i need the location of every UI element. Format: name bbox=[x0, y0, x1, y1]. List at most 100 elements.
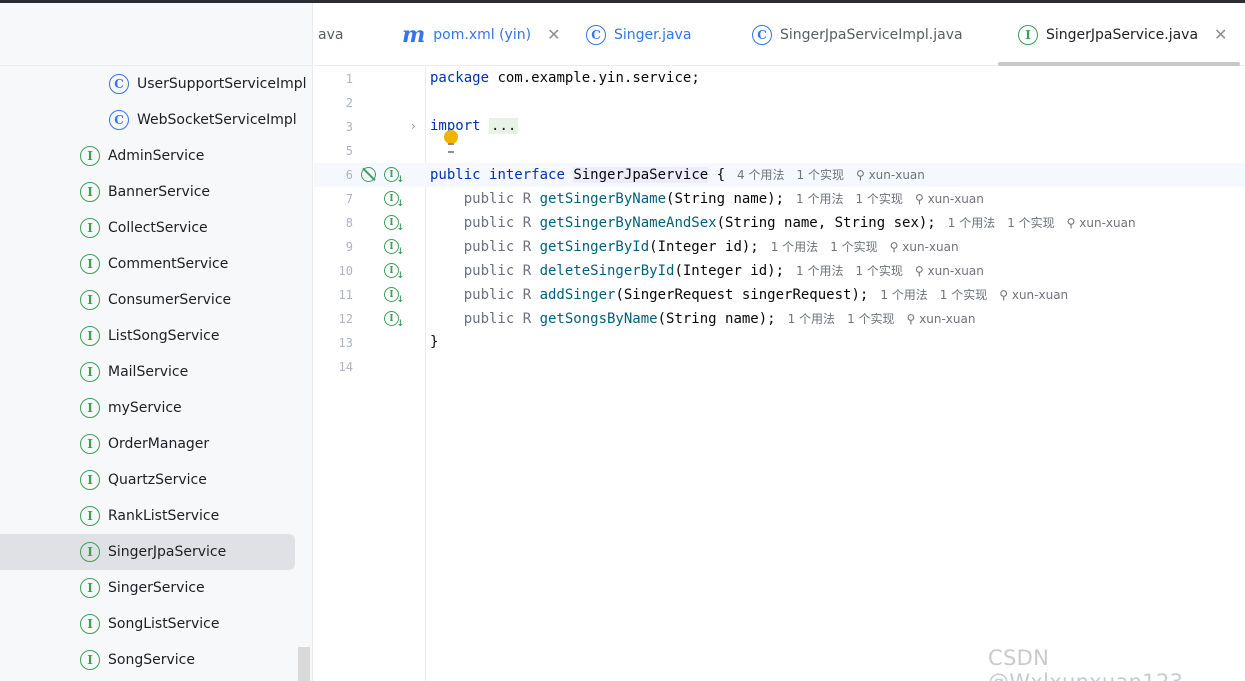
tab-label: Singer.java bbox=[614, 26, 692, 43]
line-number: 5 bbox=[345, 144, 353, 158]
maven-icon: m bbox=[402, 21, 426, 48]
tree-item-consumerservice[interactable]: I ConsumerService bbox=[0, 282, 295, 318]
tab-label: pom.xml (yin) bbox=[433, 26, 532, 43]
tree-item-commentservice[interactable]: I CommentService bbox=[0, 246, 295, 282]
author-hint[interactable]: xun-xuan bbox=[1012, 288, 1068, 302]
tree-item-singerjpaservice[interactable]: I SingerJpaService bbox=[0, 534, 295, 570]
tab-singer-java[interactable]: C Singer.java bbox=[586, 3, 691, 66]
tree-item-collectservice[interactable]: I CollectService bbox=[0, 210, 295, 246]
tree-item-label: SongListService bbox=[108, 616, 220, 632]
interface-icon: I bbox=[80, 470, 100, 490]
tree-item-label: UserSupportServiceImpl bbox=[137, 76, 307, 92]
author-icon: ⚲ bbox=[914, 192, 924, 206]
implemented-method-icon[interactable]: I ↓ bbox=[384, 191, 404, 209]
impls-hint[interactable]: 1 个实现 bbox=[855, 264, 902, 278]
code-editor[interactable]: 1 package com.example.yin.service; 2 3 ›… bbox=[314, 66, 1245, 681]
impls-hint[interactable]: 1 个实现 bbox=[797, 168, 844, 182]
code-line: 14 bbox=[314, 355, 1245, 379]
method-prefix: public R bbox=[463, 311, 540, 327]
author-hint[interactable]: xun-xuan bbox=[928, 192, 984, 206]
code-line: 12 I ↓ public R getSongsByName(String nam… bbox=[314, 307, 1245, 331]
author-icon: ⚲ bbox=[1066, 216, 1076, 230]
code-line: 13 } bbox=[314, 331, 1245, 355]
interface-icon: I bbox=[80, 614, 100, 634]
author-hint[interactable]: xun-xuan bbox=[928, 264, 984, 278]
impls-hint[interactable]: 1 个实现 bbox=[830, 240, 877, 254]
tree-item-quartzservice[interactable]: I QuartzService bbox=[0, 462, 295, 498]
tree-item-label: CommentService bbox=[108, 256, 229, 272]
method-prefix: public R bbox=[463, 239, 540, 255]
implemented-method-icon[interactable]: I ↓ bbox=[384, 287, 404, 305]
editor-tab-bar: ava m pom.xml (yin) ✕ C Singer.java C Si… bbox=[314, 3, 1245, 66]
tab-singerjpaservice-java[interactable]: I SingerJpaService.java ✕ bbox=[1018, 3, 1227, 66]
interface-icon: I bbox=[80, 506, 100, 526]
class-icon: C bbox=[752, 24, 772, 45]
tree-item-mailservice[interactable]: I MailService bbox=[0, 354, 295, 390]
tree-item-label: OrderManager bbox=[108, 436, 210, 452]
code-line: 10 I ↓ public R deleteSingerById(Integer … bbox=[314, 259, 1245, 283]
interface-icon: I bbox=[80, 362, 100, 382]
impls-hint[interactable]: 1 个实现 bbox=[847, 312, 894, 326]
author-hint[interactable]: xun-xuan bbox=[902, 240, 958, 254]
tree-item-ranklistservice[interactable]: I RankListService bbox=[0, 498, 295, 534]
code-line: 7 I ↓ public R getSingerByName(String nam… bbox=[314, 187, 1245, 211]
implemented-method-icon[interactable]: I ↓ bbox=[384, 215, 404, 233]
tree-item-adminservice[interactable]: I AdminService bbox=[0, 138, 295, 174]
usages-hint[interactable]: 4 个用法 bbox=[737, 168, 784, 182]
interface-icon: I bbox=[80, 398, 100, 418]
tree-item-label: SingerJpaService bbox=[108, 544, 227, 560]
method-params: (String name); bbox=[666, 191, 785, 207]
close-icon[interactable]: ✕ bbox=[1214, 25, 1227, 44]
tree-item-bannerservice[interactable]: I BannerService bbox=[0, 174, 295, 210]
close-brace: } bbox=[430, 334, 439, 350]
usages-hint[interactable]: 1 个用法 bbox=[796, 264, 843, 278]
tab-partial-java[interactable]: ava bbox=[318, 3, 343, 66]
author-icon: ⚲ bbox=[855, 168, 865, 182]
tab-pom-xml[interactable]: m pom.xml (yin) ✕ bbox=[402, 3, 560, 66]
tree-item-listsongservice[interactable]: I ListSongService bbox=[0, 318, 295, 354]
tree-item-singerservice[interactable]: I SingerService bbox=[0, 570, 295, 606]
tree-item-websocketserviceimpl[interactable]: C WebSocketServiceImpl bbox=[0, 102, 297, 138]
method-params: (SingerRequest singerRequest); bbox=[615, 287, 869, 303]
keyword: public bbox=[430, 167, 481, 183]
line-number: 7 bbox=[345, 192, 353, 206]
tree-item-usersupportserviceimpl[interactable]: C UserSupportServiceImpl bbox=[0, 66, 307, 102]
line-number: 14 bbox=[338, 360, 353, 374]
method-name: deleteSingerById bbox=[539, 263, 675, 279]
impls-hint[interactable]: 1 个实现 bbox=[855, 192, 902, 206]
project-tree-panel: C UserSupportServiceImpl C WebSocketServ… bbox=[0, 3, 313, 681]
tree-item-songlistservice[interactable]: I SongListService bbox=[0, 606, 295, 642]
method-prefix: public R bbox=[463, 263, 540, 279]
implemented-method-icon[interactable]: I ↓ bbox=[384, 311, 404, 329]
impls-hint[interactable]: 1 个实现 bbox=[1007, 216, 1054, 230]
implemented-interface-icon[interactable]: I ↓ bbox=[384, 167, 404, 185]
impls-hint[interactable]: 1 个实现 bbox=[940, 288, 987, 302]
tree-item-ordermanager[interactable]: I OrderManager bbox=[0, 426, 295, 462]
interface-icon: I bbox=[80, 650, 100, 670]
author-hint[interactable]: xun-xuan bbox=[869, 168, 925, 182]
folded-imports[interactable]: ... bbox=[489, 118, 519, 134]
tree-item-myservice[interactable]: I myService bbox=[0, 390, 295, 426]
sidebar-scrollbar[interactable] bbox=[298, 647, 310, 681]
no-debug-icon[interactable] bbox=[361, 167, 376, 182]
implemented-method-icon[interactable]: I ↓ bbox=[384, 239, 404, 257]
usages-hint[interactable]: 1 个用法 bbox=[948, 216, 995, 230]
author-hint[interactable]: xun-xuan bbox=[919, 312, 975, 326]
usages-hint[interactable]: 1 个用法 bbox=[796, 192, 843, 206]
fold-chevron-icon[interactable]: › bbox=[411, 119, 416, 133]
tree-item-songservice[interactable]: I SongService bbox=[0, 642, 295, 678]
usages-hint[interactable]: 1 个用法 bbox=[880, 288, 927, 302]
code-line: 2 bbox=[314, 91, 1245, 115]
implemented-method-icon[interactable]: I ↓ bbox=[384, 263, 404, 281]
method-params: (Integer id); bbox=[674, 263, 785, 279]
tab-singerjpaserviceimpl-java[interactable]: C SingerJpaServiceImpl.java bbox=[752, 3, 963, 66]
close-icon[interactable]: ✕ bbox=[547, 25, 560, 44]
line-number: 2 bbox=[345, 96, 353, 110]
interface-icon: I bbox=[80, 254, 100, 274]
usages-hint[interactable]: 1 个用法 bbox=[771, 240, 818, 254]
line-number: 9 bbox=[345, 240, 353, 254]
usages-hint[interactable]: 1 个用法 bbox=[788, 312, 835, 326]
author-icon: ⚲ bbox=[999, 288, 1009, 302]
tree-item-label: SingerService bbox=[108, 580, 205, 596]
author-hint[interactable]: xun-xuan bbox=[1079, 216, 1135, 230]
